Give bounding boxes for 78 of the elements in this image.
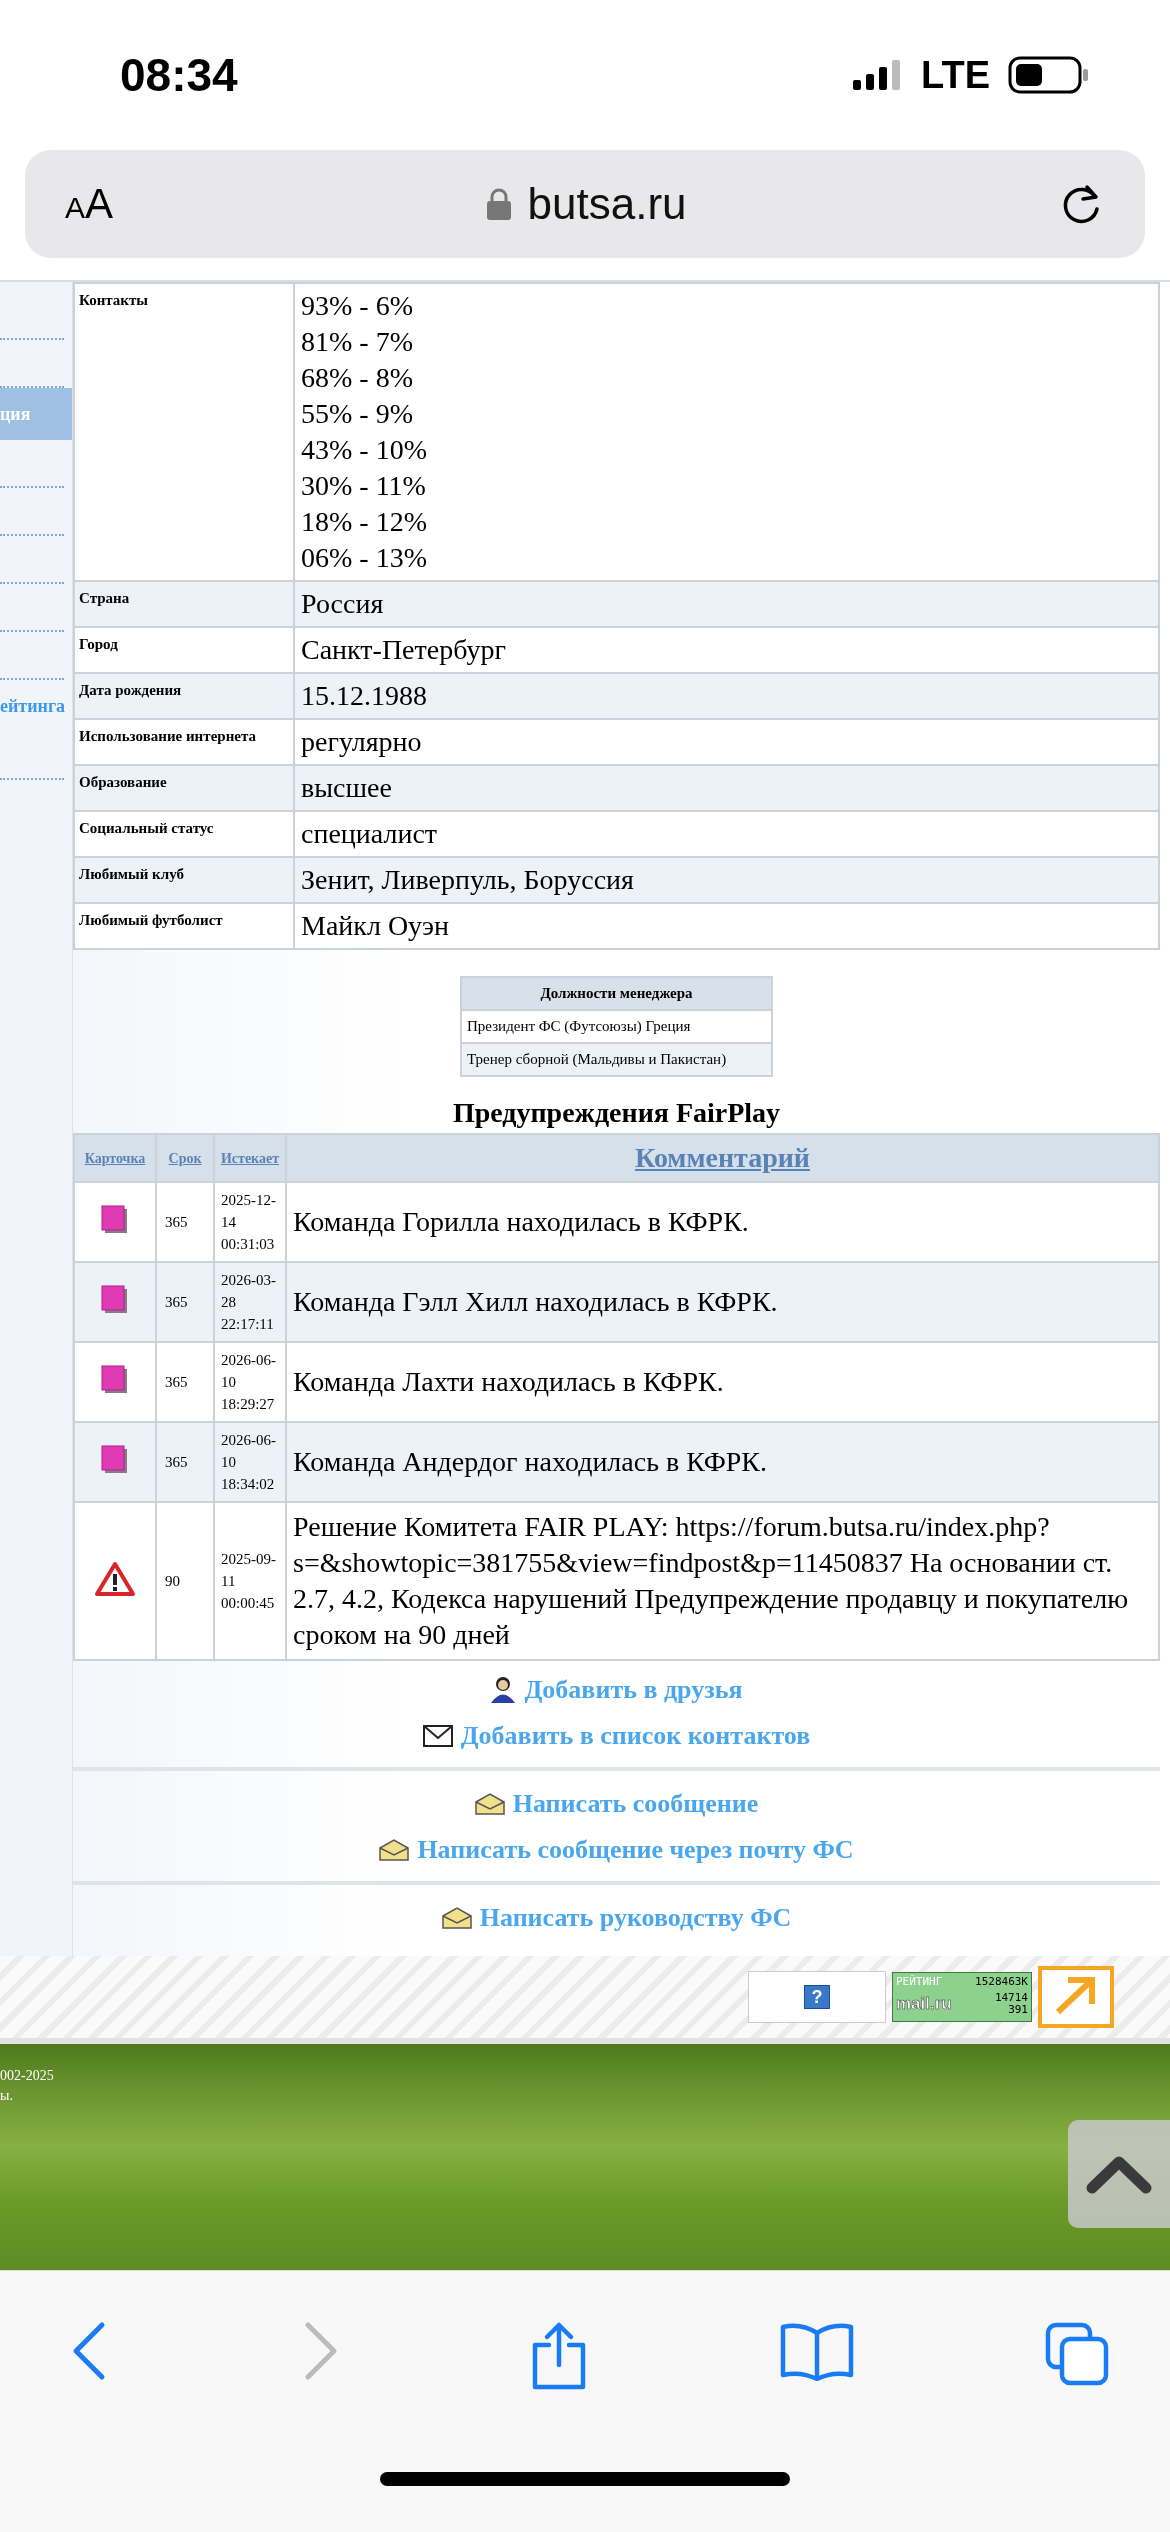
table-cell: Президент ФС (Футсоюзы) Греция [461, 1010, 772, 1043]
envelope-icon [422, 1725, 453, 1747]
table-cell: 365 [156, 1182, 214, 1262]
text-size-button[interactable]: AA [65, 180, 114, 228]
field-label: Страна [74, 581, 294, 627]
table-cell: Команда Андердог находилась в КФРК. [286, 1422, 1159, 1502]
table-cell: 2026-03-28 22:17:11 [214, 1262, 286, 1342]
field-value: регулярно [301, 725, 423, 759]
column-sort-link[interactable]: Срок [168, 1151, 202, 1166]
table-cell: Команда Лахти находилась в КФРК. [286, 1342, 1159, 1422]
copyright-text: ы. [0, 2087, 14, 2105]
open-envelope-icon [441, 1907, 472, 1929]
scroll-top-button[interactable] [1068, 2120, 1170, 2228]
action-link[interactable]: Добавить в список контактов [422, 1721, 811, 1751]
status-time: 08:34 [120, 48, 238, 102]
table-header: Должности менеджера [461, 977, 772, 1010]
field-value: Санкт-Петербург [301, 633, 507, 667]
table-cell: Тренер сборной (Мальдивы и Пакистан) [461, 1043, 772, 1076]
field-value: 55% - 9% [301, 397, 414, 431]
table-cell: Команда Горилла находилась в КФРК. [286, 1182, 1159, 1262]
field-label: Дата рождения [74, 673, 294, 719]
table-cell: Решение Комитета FAIR PLAY: https://forum.butsa.ru/index.php?s=&showtopic=381755&view=findpost&p=11450837 На основании ст. 2.7, 4.2, Кодекса нарушений Предупреждение продавцу и покупателю сроком на 90 дней [286, 1502, 1159, 1660]
field-label: Использование интернета [74, 719, 294, 765]
field-value: 81% - 7% [301, 325, 414, 359]
battery-icon [1008, 56, 1090, 94]
table-cell: 2026-06-10 18:34:02 [214, 1422, 286, 1502]
field-value: 43% - 10% [301, 433, 428, 467]
field-value: Россия [301, 587, 385, 621]
table-cell: 365 [156, 1262, 214, 1342]
card-icon [101, 1205, 129, 1235]
table-cell: 2025-12-14 00:31:03 [214, 1182, 286, 1262]
sidebar-item[interactable]: ция [0, 388, 72, 440]
field-label: Социальный статус [74, 811, 294, 857]
card-icon [101, 1445, 129, 1475]
field-value: Зенит, Ливерпуль, Боруссия [301, 863, 635, 897]
open-envelope-icon [474, 1793, 505, 1815]
field-label: Контакты [74, 283, 294, 581]
field-label: Любимый футболист [74, 903, 294, 949]
table-cell: 365 [156, 1342, 214, 1422]
action-link[interactable]: Написать руководству ФС [441, 1903, 792, 1933]
section-title: Предупреждения FairPlay [451, 1097, 782, 1129]
help-button[interactable]: ? [804, 1985, 830, 2009]
card-icon [101, 1365, 129, 1395]
network-label: LTE [921, 53, 990, 97]
card-icon [101, 1285, 129, 1315]
column-sort-link[interactable]: Комментарий [635, 1142, 810, 1173]
copyright-text: 002-2025 [0, 2067, 54, 2085]
field-value: 93% - 6% [301, 289, 414, 323]
sidebar-item[interactable]: ейтинга [0, 680, 72, 732]
person-icon [490, 1676, 517, 1704]
field-value: 18% - 12% [301, 505, 428, 539]
action-link[interactable]: Написать сообщение [474, 1789, 759, 1819]
rating-counter[interactable]: РЕЙТИНГ 1528463K mail.ru 14714 391 [892, 1972, 1032, 2022]
field-value: специалист [301, 817, 439, 851]
action-link[interactable]: Добавить в друзья [490, 1675, 743, 1705]
address-bar[interactable]: AA butsa.ru [25, 150, 1145, 258]
table-cell: 2025-09-11 00:00:45 [214, 1502, 286, 1660]
table-cell: 2026-06-10 18:29:27 [214, 1342, 286, 1422]
field-label: Образование [74, 765, 294, 811]
url-text: butsa.ru [527, 179, 687, 229]
tabs-icon[interactable] [1044, 2321, 1110, 2387]
field-value: высшее [301, 771, 393, 805]
lock-icon [485, 187, 512, 221]
field-value: 30% - 11% [301, 469, 427, 503]
chevron-up-icon [1084, 2154, 1154, 2194]
action-link[interactable]: Написать сообщение через почту ФС [379, 1835, 854, 1865]
field-value: 06% - 13% [301, 541, 428, 575]
field-value: Майкл Оуэн [301, 909, 451, 943]
field-label: Город [74, 627, 294, 673]
table-cell: 90 [156, 1502, 214, 1660]
field-value: 68% - 8% [301, 361, 414, 395]
open-envelope-icon [379, 1839, 410, 1861]
bookmarks-icon[interactable] [778, 2321, 855, 2381]
warning-icon [94, 1561, 136, 1597]
field-label: Любимый клуб [74, 857, 294, 903]
table-cell: 365 [156, 1422, 214, 1502]
table-cell: Команда Гэлл Хилл находилась в КФРК. [286, 1262, 1159, 1342]
field-value: 15.12.1988 [301, 679, 428, 713]
